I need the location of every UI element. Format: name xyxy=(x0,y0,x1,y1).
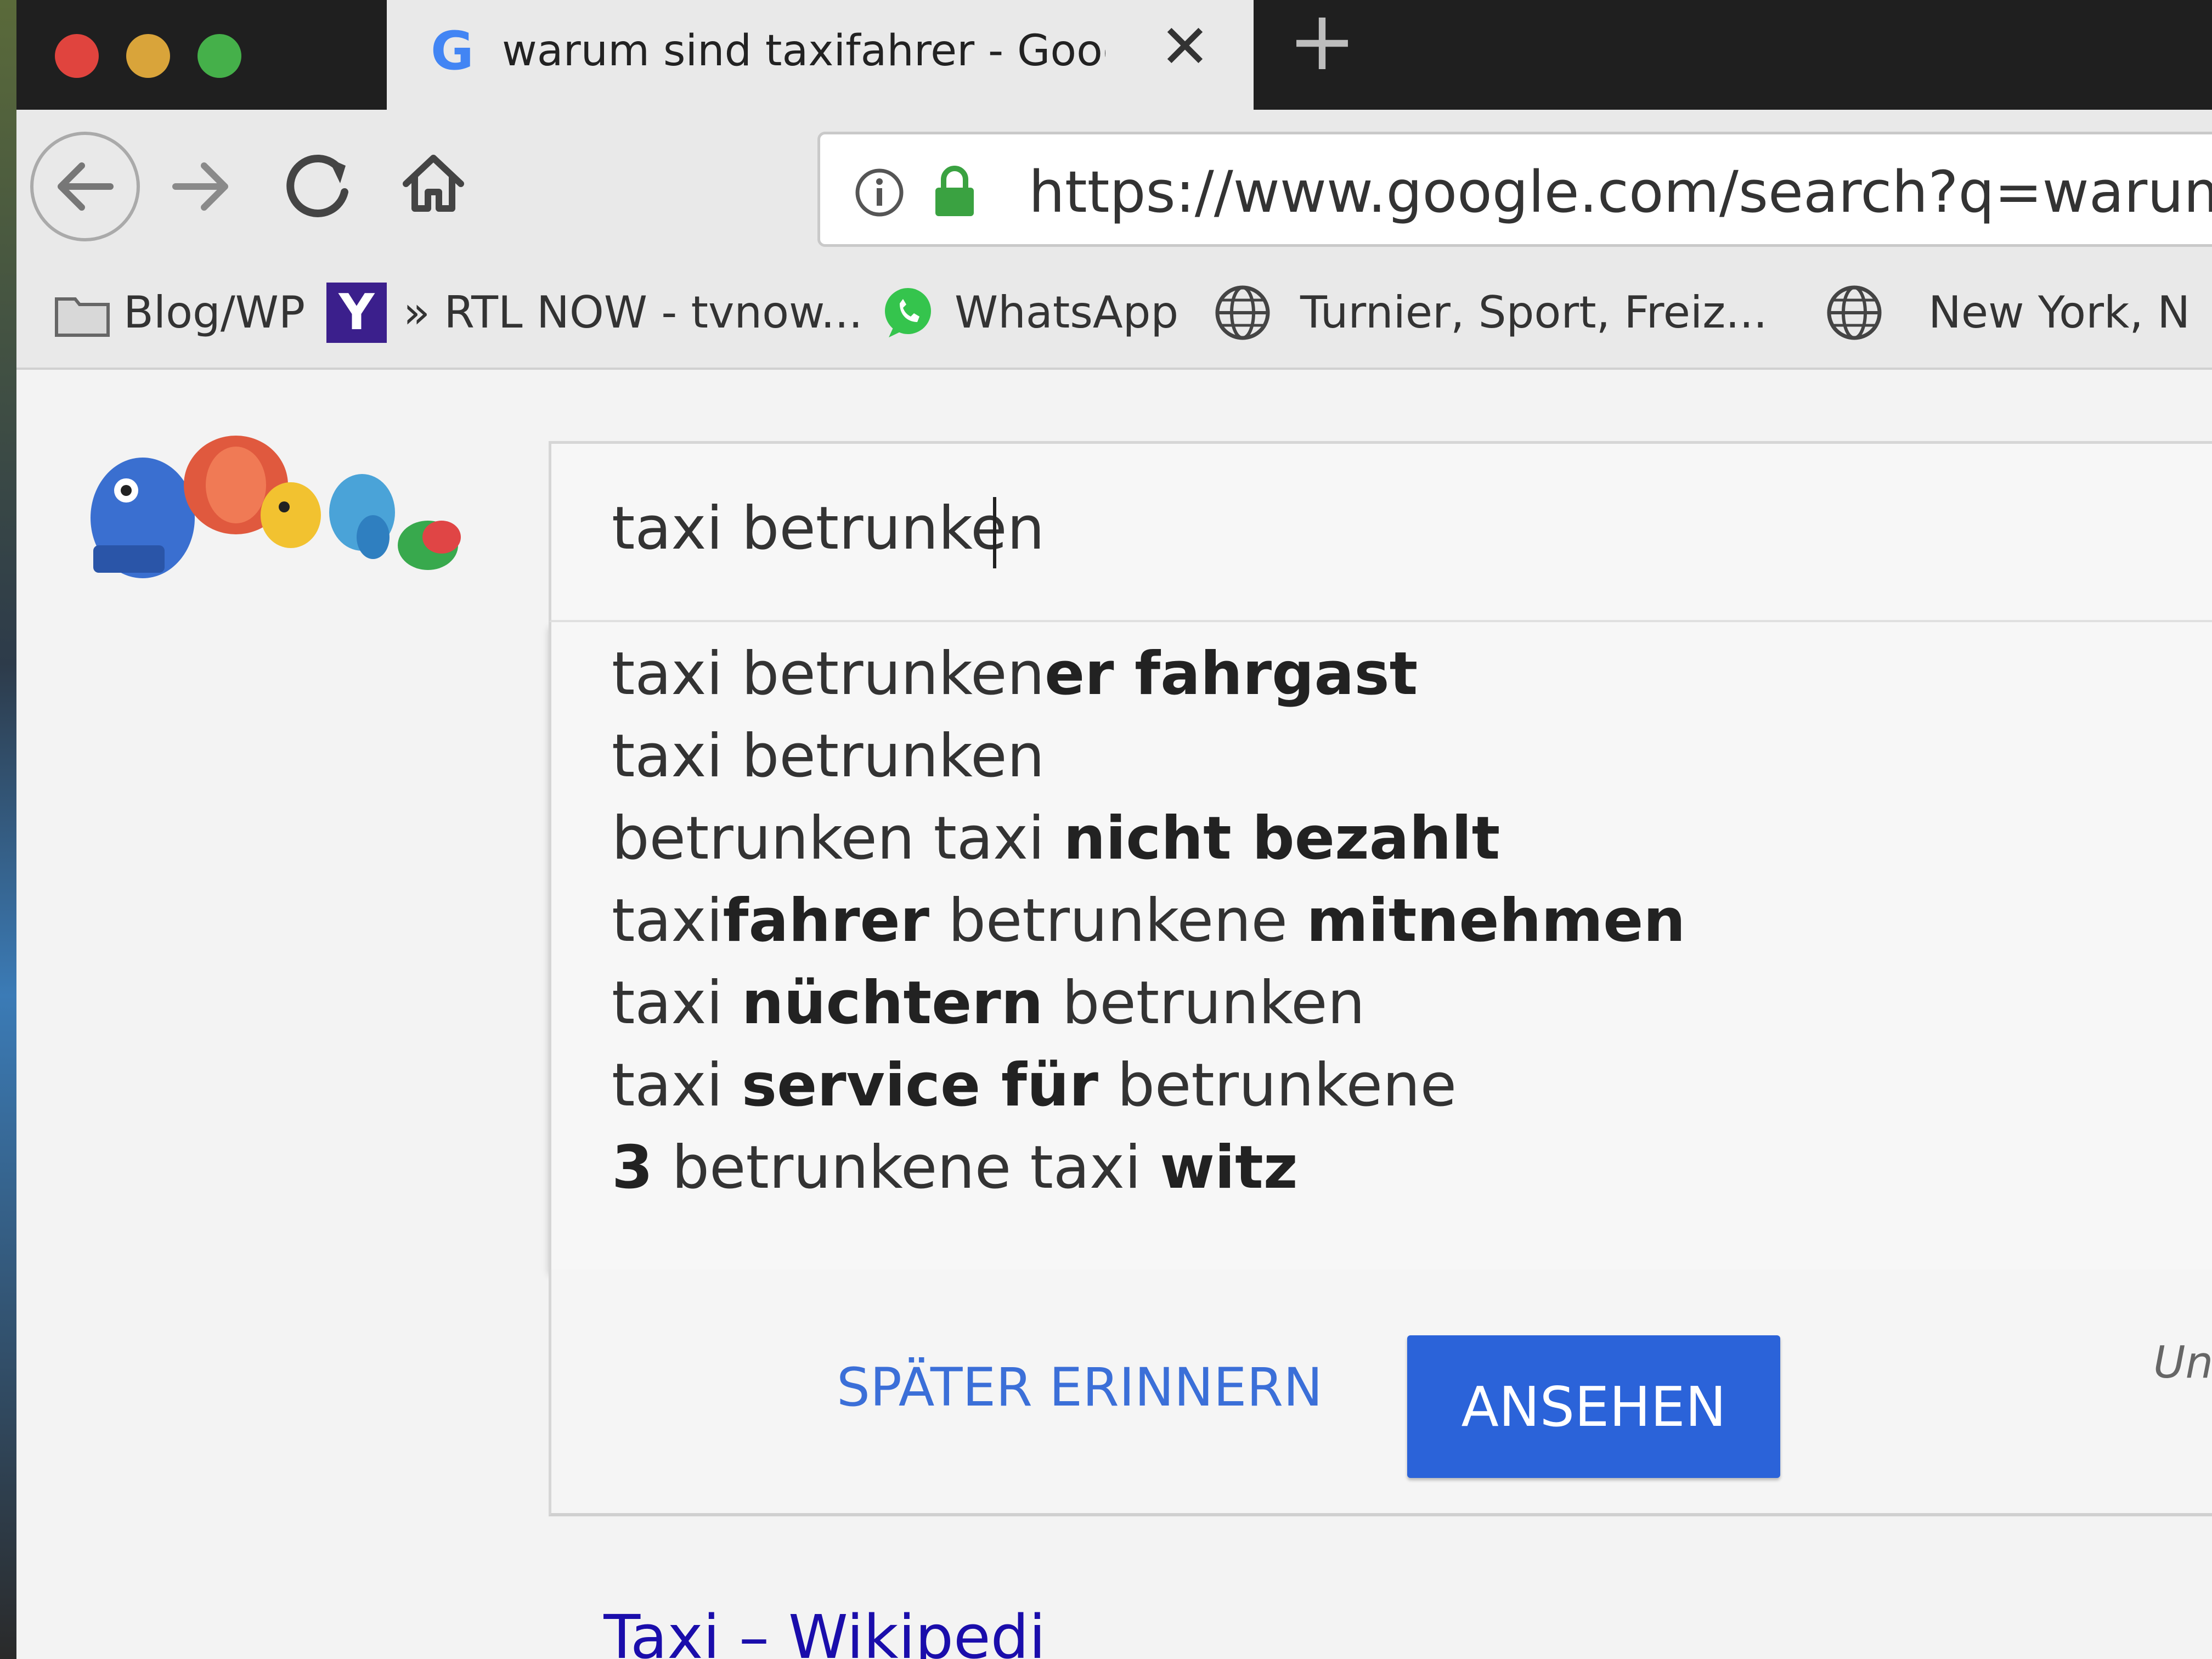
suggestion-text-part: betrunkene xyxy=(929,887,1307,955)
bookmark-whatsapp[interactable]: WhatsApp xyxy=(955,280,1178,346)
google-favicon-icon: G xyxy=(431,20,474,82)
autocomplete-dropdown: taxi betrunkener fahrgast taxi betrunken… xyxy=(549,622,2212,1269)
search-input[interactable] xyxy=(612,488,2148,570)
suggestion-item[interactable]: taxi service für betrunkene xyxy=(612,1045,2148,1127)
bookmark-new-york[interactable]: New York, N xyxy=(1928,280,2190,346)
promo-card: SPÄTER ERINNERN ANSEHEN Un xyxy=(549,1269,2212,1516)
suggestion-text-part: betrunkene taxi xyxy=(653,1133,1160,1202)
promo-more-link[interactable]: Un xyxy=(2153,1324,2212,1401)
suggestion-text-part: taxi betrunken xyxy=(612,640,1045,708)
reload-button[interactable] xyxy=(263,126,373,236)
home-icon xyxy=(403,155,464,212)
url-text[interactable]: https://www.google.com/search?q=warum+s xyxy=(1029,154,2212,230)
view-button[interactable]: ANSEHEN xyxy=(1407,1335,1780,1478)
forward-arrow-icon xyxy=(172,162,228,211)
search-box[interactable] xyxy=(549,441,2212,622)
globe-icon xyxy=(1827,285,1882,340)
suggestion-item[interactable]: taxifahrer betrunkene mitnehmen xyxy=(612,880,2148,962)
suggestion-bold-part: mitnehmen xyxy=(1306,887,1686,955)
suggestion-text-part: taxi xyxy=(612,969,742,1037)
folder-icon xyxy=(55,297,110,337)
suggestion-bold-part: nicht bezahlt xyxy=(1063,804,1500,873)
minimize-window-button[interactable] xyxy=(126,34,170,78)
suggestion-text-part: taxi betrunken xyxy=(612,722,1045,791)
close-tab-icon[interactable]: ✕ xyxy=(1155,16,1215,77)
google-doodle-logo[interactable] xyxy=(77,419,472,606)
address-bar[interactable]: https://www.google.com/search?q=warum+s xyxy=(817,132,2212,247)
suggestion-text-part: taxi xyxy=(612,1051,742,1120)
desktop-edge xyxy=(0,0,16,1659)
suggestion-item[interactable]: taxi betrunkener fahrgast xyxy=(612,633,2148,715)
suggestion-item[interactable]: 3 betrunkene taxi witz xyxy=(612,1127,2148,1209)
reload-icon xyxy=(286,154,348,217)
suggestion-item[interactable]: taxi nüchtern betrunken xyxy=(612,962,2148,1045)
suggestion-text-part: betrunken xyxy=(1043,969,1365,1037)
search-results-page: taxi betrunkener fahrgast taxi betrunken… xyxy=(0,370,2212,1659)
result-title-link[interactable]: Taxi – Wikipedi xyxy=(603,1593,1262,1659)
suggestion-text-part: taxi xyxy=(612,887,723,955)
lock-icon[interactable] xyxy=(930,163,979,218)
text-caret xyxy=(993,497,996,568)
remind-later-button[interactable]: SPÄTER ERINNERN xyxy=(837,1346,1363,1429)
suggestion-bold-part: witz xyxy=(1160,1133,1298,1202)
tab-title: warum sind taxifahrer - Google xyxy=(502,26,1105,76)
browser-screen: G warum sind taxifahrer - Google ✕ + htt… xyxy=(0,0,2212,1659)
whatsapp-icon xyxy=(885,288,931,337)
bookmark-rtl-now[interactable]: » RTL NOW - tvnow... xyxy=(403,280,862,346)
tab-bar: G warum sind taxifahrer - Google ✕ + xyxy=(0,0,2212,110)
suggestion-bold-part: er fahrgast xyxy=(1045,640,1418,708)
tab-google-search[interactable]: G warum sind taxifahrer - Google ✕ xyxy=(387,0,1254,110)
yahoo-icon: Y xyxy=(326,283,387,343)
suggestion-text-part: betrunken taxi xyxy=(612,804,1064,873)
navigation-toolbar: https://www.google.com/search?q=warum+s xyxy=(0,110,2212,258)
suggestion-bold-part: service für xyxy=(741,1051,1098,1120)
suggestion-bold-part: nüchtern xyxy=(741,969,1043,1037)
back-arrow-icon xyxy=(58,162,114,211)
bookmarks-bar: Blog/WP Y » RTL NOW - tvnow... WhatsApp … xyxy=(0,258,2212,370)
suggestion-text-part: betrunkene xyxy=(1098,1051,1457,1120)
globe-icon xyxy=(1215,285,1270,340)
forward-button[interactable] xyxy=(148,126,258,236)
suggestion-bold-part: fahrer xyxy=(723,887,929,955)
suggestion-item[interactable]: betrunken taxi nicht bezahlt xyxy=(612,798,2148,880)
suggestion-item[interactable]: taxi betrunken xyxy=(612,715,2148,798)
bookmark-turnier-sport[interactable]: Turnier, Sport, Freiz... xyxy=(1300,280,1767,346)
bookmark-blog-wp[interactable]: Blog/WP xyxy=(123,280,305,346)
home-button[interactable] xyxy=(379,126,488,236)
info-icon[interactable] xyxy=(853,166,906,219)
maximize-window-button[interactable] xyxy=(198,34,241,78)
close-window-button[interactable] xyxy=(55,34,99,78)
back-button[interactable] xyxy=(30,132,140,241)
new-tab-button[interactable]: + xyxy=(1284,0,1361,82)
suggestion-bold-part: 3 xyxy=(612,1133,653,1202)
